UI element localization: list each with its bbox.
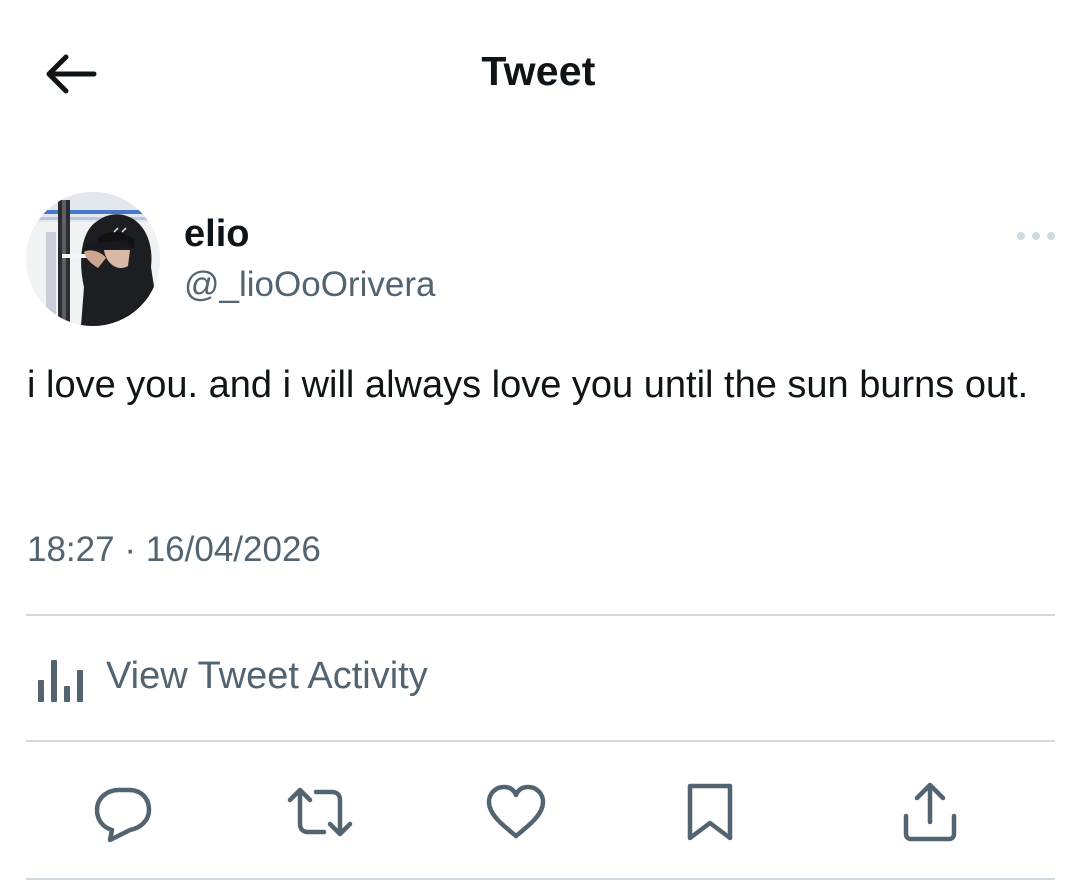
top-bar: Tweet xyxy=(0,0,1077,150)
heart-icon xyxy=(486,784,546,839)
author-handle[interactable]: @_lioOoOrivera xyxy=(184,265,435,305)
like-button[interactable] xyxy=(484,780,548,844)
page-title: Tweet xyxy=(481,48,596,94)
tweet-detail-page: Tweet elio @_lioOoOrivera i love you. an… xyxy=(0,0,1077,890)
reply-button[interactable] xyxy=(92,780,156,844)
author-name[interactable]: elio xyxy=(184,213,249,256)
retweet-icon xyxy=(287,787,353,837)
divider xyxy=(26,878,1055,880)
divider xyxy=(26,740,1055,742)
bookmark-button[interactable] xyxy=(678,780,742,844)
avatar-photo xyxy=(26,192,160,326)
tweet-timestamp: 18:27 · 16/04/2026 xyxy=(27,530,321,570)
share-icon xyxy=(903,782,957,842)
tweet-text: i love you. and i will always love you u… xyxy=(27,364,1029,406)
tweet-time: 18:27 xyxy=(27,530,115,569)
more-options-button[interactable] xyxy=(1012,220,1060,252)
tweet-date: 16/04/2026 xyxy=(145,530,321,569)
bookmark-icon xyxy=(687,783,733,841)
share-button[interactable] xyxy=(898,780,962,844)
meta-separator: · xyxy=(124,530,136,569)
divider xyxy=(26,614,1055,616)
retweet-button[interactable] xyxy=(286,780,353,844)
view-tweet-activity-link[interactable]: View Tweet Activity xyxy=(26,640,726,720)
avatar[interactable] xyxy=(26,192,160,326)
bar-chart-icon xyxy=(38,660,83,702)
activity-label: View Tweet Activity xyxy=(106,655,428,697)
more-horizontal-icon xyxy=(1017,232,1055,240)
reply-icon xyxy=(94,787,152,843)
